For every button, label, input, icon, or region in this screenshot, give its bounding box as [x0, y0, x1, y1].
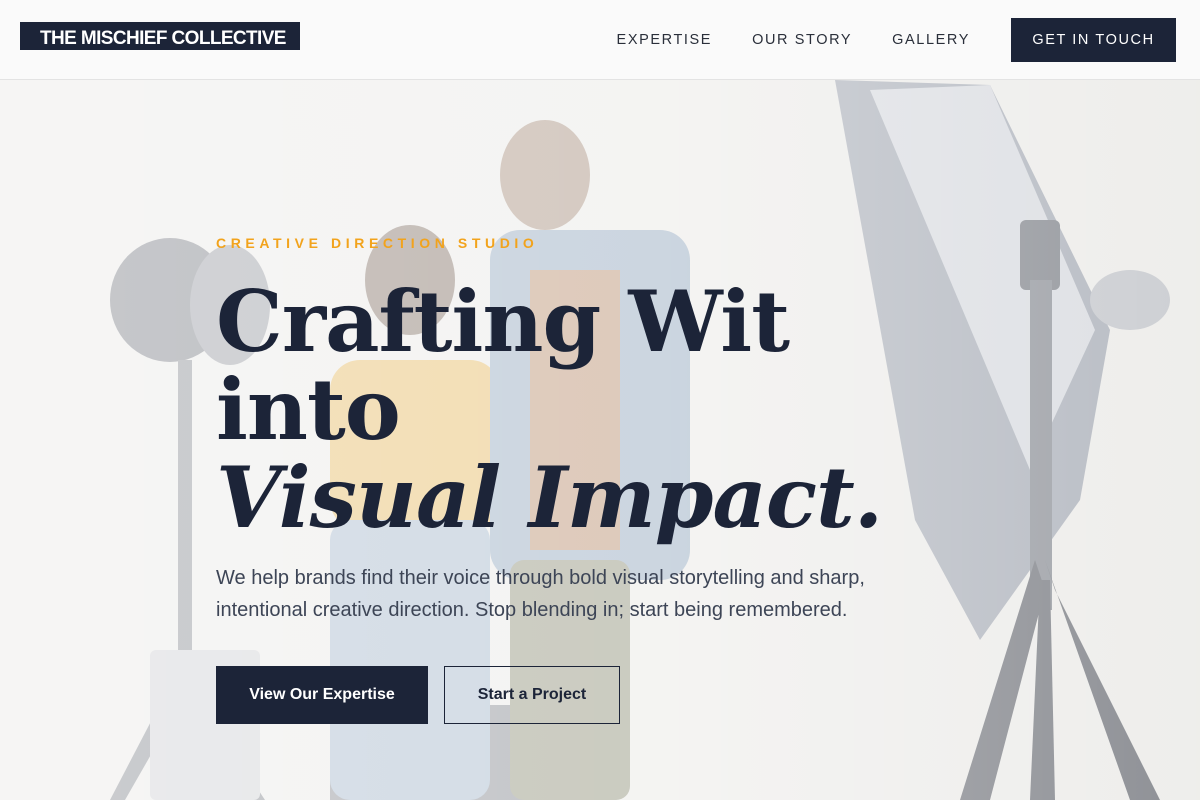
hero-eyebrow: CREATIVE DIRECTION STUDIO [216, 235, 539, 251]
nav-link-expertise[interactable]: EXPERTISE [617, 32, 713, 48]
hero-headline: Crafting Wit into Visual Impact. [216, 278, 996, 540]
hero-actions: View Our Expertise Start a Project [216, 666, 996, 724]
main-nav: EXPERTISE OUR STORY GALLERY [617, 0, 970, 80]
view-expertise-button[interactable]: View Our Expertise [216, 666, 428, 724]
nav-link-gallery[interactable]: GALLERY [892, 32, 970, 48]
hero-subtext: We help brands find their voice through … [216, 567, 865, 621]
site-header: THE MISCHIEF COLLECTIVE EXPERTISE OUR ST… [0, 0, 1200, 80]
nav-link-our-story[interactable]: OUR STORY [752, 32, 852, 48]
hero-content: CREATIVE DIRECTION STUDIO Crafting Wit i… [216, 234, 996, 724]
headline-line-1: Crafting Wit into [216, 272, 790, 459]
start-project-button[interactable]: Start a Project [444, 666, 620, 724]
brand-logo[interactable]: THE MISCHIEF COLLECTIVE [20, 22, 300, 50]
headline-line-2: Visual Impact. [216, 448, 883, 547]
get-in-touch-button[interactable]: GET IN TOUCH [1011, 18, 1176, 62]
